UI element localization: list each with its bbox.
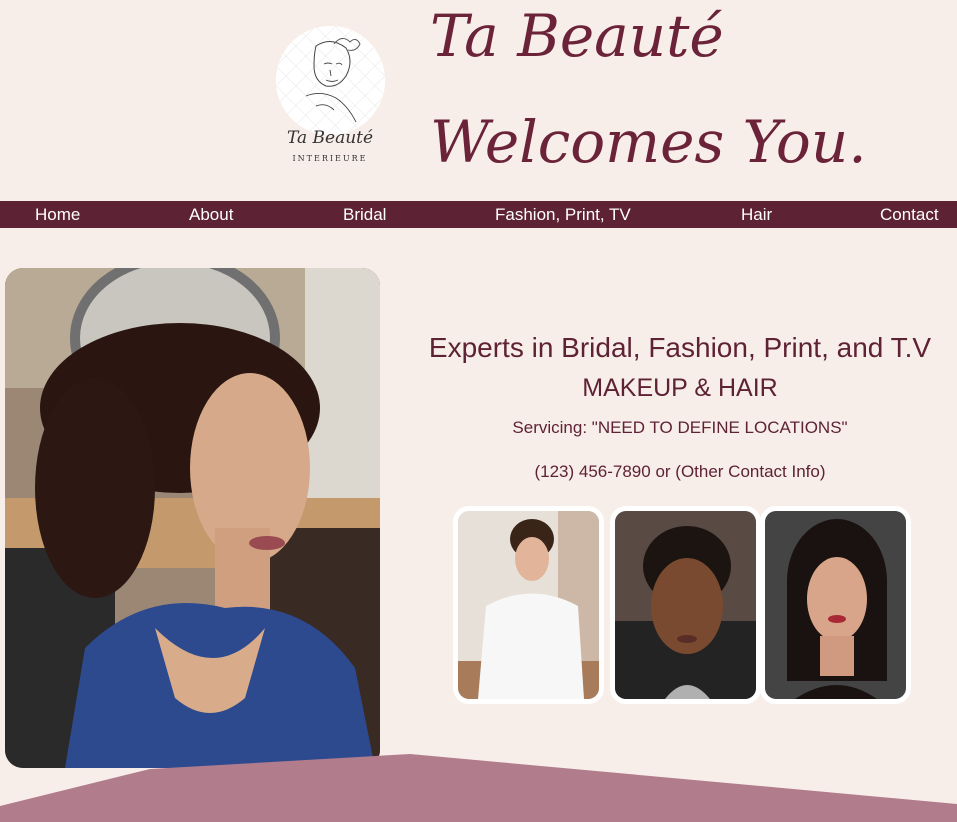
bottom-wave-decoration [0,754,957,822]
nav-item-about[interactable]: About [189,205,233,225]
logo-sketch-icon [276,26,385,135]
nav-item-bridal[interactable]: Bridal [343,205,386,225]
service-area-text: Servicing: "NEED TO DEFINE LOCATIONS" [512,418,848,437]
hero-subheadline: MAKEUP & HAIR [582,374,778,402]
hero-portrait-image [5,268,380,768]
brand-logo[interactable] [276,26,385,135]
main-nav: Home About Bridal Fashion, Print, TV Hai… [0,201,957,228]
gallery-thumb-fashion[interactable] [610,506,761,704]
site-header: Ta Beauté INTERIEURE Ta Beauté Welcomes … [0,0,957,201]
nav-item-home[interactable]: Home [35,205,80,225]
gallery-thumb-portrait[interactable] [760,506,911,704]
page-subtitle: Welcomes You. [430,108,867,176]
hero-photo [5,268,380,768]
contact-text: (123) 456-7890 or (Other Contact Info) [534,462,826,481]
portrait-photo-image [765,511,906,699]
nav-item-contact[interactable]: Contact [880,205,939,225]
hero-headline: Experts in Bridal, Fashion, Print, and T… [428,332,932,363]
logo-wordmark: Ta Beauté [286,128,374,148]
page-title: Ta Beauté [430,2,724,70]
model-photo-image [615,511,756,699]
nav-item-fashion-print-tv[interactable]: Fashion, Print, TV [495,205,631,225]
nav-item-hair[interactable]: Hair [741,205,772,225]
bride-photo-image [458,511,599,699]
gallery-thumb-bridal[interactable] [453,506,604,704]
logo-subtext: INTERIEURE [292,154,368,163]
